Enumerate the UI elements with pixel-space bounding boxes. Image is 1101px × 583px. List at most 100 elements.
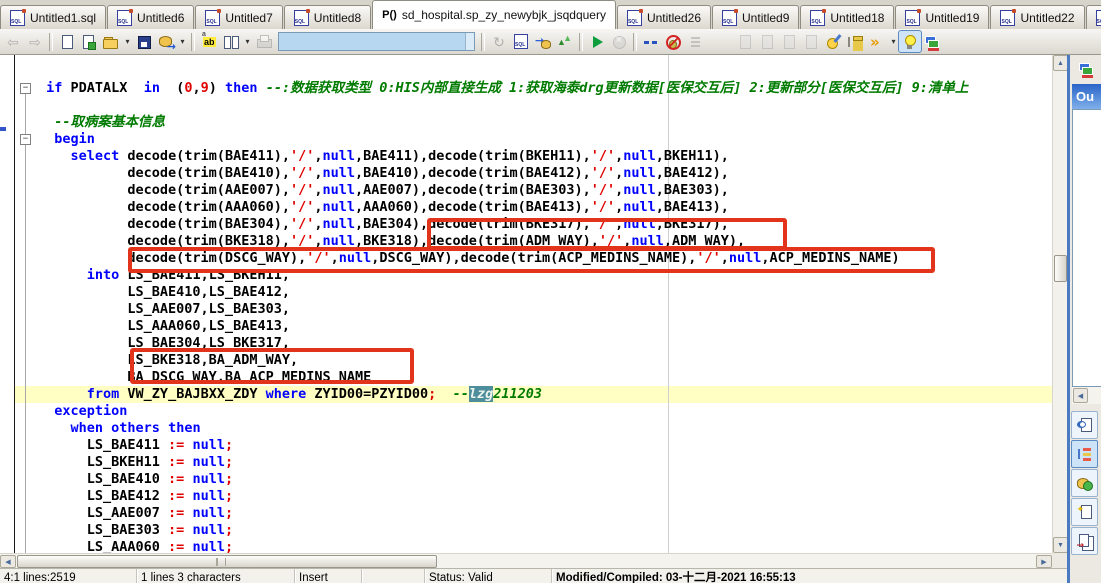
macro-button[interactable] [866, 31, 888, 52]
tab-untitled6[interactable]: Untitled6 [107, 5, 195, 29]
print-button[interactable] [253, 31, 275, 52]
new-program-button[interactable] [78, 31, 100, 52]
window-list-button[interactable] [921, 31, 943, 52]
refresh-icon: ↻ [493, 33, 505, 50]
eye-doc-icon [1076, 417, 1093, 433]
save-all-button[interactable] [155, 31, 177, 53]
tab-untitled9[interactable]: Untitled9 [712, 5, 800, 29]
tab-untitled19[interactable]: Untitled19 [895, 5, 990, 29]
find-replace-button[interactable] [198, 31, 220, 52]
split-window-button-dropdown-icon[interactable]: ▾ [242, 31, 253, 52]
code-line[interactable]: when others then [38, 420, 968, 437]
code-line[interactable]: decode(trim(BAE410),'/',null,BAE410),dec… [38, 165, 968, 182]
tab-label: Untitled26 [646, 10, 702, 25]
back-button[interactable]: ⇦ [2, 31, 24, 52]
dock-splitter[interactable] [1067, 55, 1070, 583]
code-line[interactable]: select decode(trim(BAE411),'/',null,BAE4… [38, 148, 968, 165]
step-button[interactable] [684, 31, 706, 52]
breakpoint-button[interactable] [640, 31, 662, 52]
code-editor[interactable]: − − if PDATALX in (0,9) then --:数据获取类型 0… [0, 55, 1067, 553]
open-button[interactable] [100, 31, 122, 52]
connection-combobox[interactable] [278, 32, 475, 51]
horizontal-scroll-thumb[interactable] [17, 555, 437, 568]
forward-button[interactable]: ⇨ [24, 31, 46, 52]
tab-untitled8[interactable]: Untitled8 [283, 5, 372, 29]
fold-marker-icon[interactable]: − [20, 134, 31, 145]
tab-untitled22[interactable]: Untitled22 [990, 5, 1085, 29]
code-line[interactable]: LS_AAA060 := null; [38, 539, 968, 553]
code-line[interactable]: exception [38, 403, 968, 420]
export-button[interactable] [532, 31, 554, 52]
hint-button[interactable] [898, 30, 922, 53]
revert-button[interactable] [800, 31, 822, 52]
scroll-right-icon[interactable]: ▶ [1036, 555, 1052, 568]
test-button[interactable] [822, 31, 844, 52]
scroll-left-icon[interactable]: ◀ [0, 555, 16, 568]
doc-gray-icon [781, 34, 797, 50]
scroll-down-icon[interactable]: ▼ [1053, 537, 1067, 553]
browser-button[interactable] [844, 31, 866, 52]
code-line[interactable]: LS_BAE412 := null; [38, 488, 968, 505]
toolbar-separator [481, 32, 485, 51]
dock-toolbar-icon[interactable] [1076, 59, 1096, 79]
sql-script-icon [293, 8, 310, 26]
split-window-button[interactable] [220, 31, 242, 52]
tab-untitled26[interactable]: Untitled26 [616, 5, 712, 29]
code-line[interactable]: --取病案基本信息 [38, 114, 968, 131]
break-button[interactable] [608, 31, 630, 52]
code-line[interactable]: LS_BKEH11 := null; [38, 454, 968, 471]
code-line[interactable]: from VW_ZY_BAJBXX_ZDY where ZYID00=PZYID… [38, 386, 968, 403]
code-line[interactable]: decode(trim(AAE007),'/',null,AAE007),dec… [38, 182, 968, 199]
open-button-dropdown-icon[interactable]: ▾ [122, 31, 133, 52]
code-line[interactable]: LS_BAE410,LS_BAE412, [38, 284, 968, 301]
dock-horizontal-scrollbar[interactable]: ◀ [1072, 387, 1101, 404]
scroll-up-icon[interactable]: ▲ [1053, 55, 1067, 71]
tab-sd-hospital-sp-zy-newybjk-jsqdquery[interactable]: P() sd_hospital.sp_zy_newybjk_jsqdquery [372, 0, 616, 29]
apply-button[interactable] [778, 31, 800, 52]
execute-button[interactable] [586, 31, 608, 52]
code-line[interactable]: LS_BAE410 := null; [38, 471, 968, 488]
save-button[interactable] [133, 31, 155, 52]
tab-untitled7[interactable]: Untitled7 [195, 5, 283, 29]
code-line[interactable]: LS_AAA060,LS_BAE413, [38, 318, 968, 335]
sql-script-icon [1000, 8, 1017, 26]
toggle-debug-button[interactable] [662, 31, 684, 52]
code-text[interactable]: if PDATALX in (0,9) then --:数据获取类型 0:HIS… [38, 80, 968, 553]
code-line[interactable]: LS_AAE007 := null; [38, 505, 968, 522]
layers-icon [1078, 61, 1094, 77]
play-icon [589, 34, 605, 50]
commit-button[interactable] [734, 31, 756, 52]
tab-untitled24[interactable]: Untitled24 [1085, 5, 1101, 29]
macro-button-dropdown-icon[interactable]: ▾ [888, 31, 899, 52]
dock-panel-content[interactable] [1072, 109, 1101, 387]
new-button[interactable] [56, 31, 78, 52]
describe-panel-button[interactable] [1071, 411, 1098, 439]
editor-vertical-scrollbar[interactable]: ▲ ▼ [1052, 55, 1067, 553]
document-tab-bar: Untitled1.sql Untitled6 Untitled7 Untitled8… [0, 0, 1101, 30]
new-sql-window-button[interactable] [510, 31, 532, 52]
toolbar-separator [49, 32, 53, 51]
save-all-button-dropdown-icon[interactable]: ▾ [177, 31, 188, 52]
fold-marker-icon[interactable]: − [20, 83, 31, 94]
scroll-left-icon[interactable]: ◀ [1073, 388, 1088, 403]
tab-untitled18[interactable]: Untitled18 [800, 5, 895, 29]
code-line[interactable]: begin [38, 131, 968, 148]
compare-button[interactable] [554, 31, 576, 52]
annotation-rectangle-3 [130, 348, 414, 384]
code-line[interactable] [38, 97, 968, 114]
code-line[interactable]: if PDATALX in (0,9) then --:数据获取类型 0:HIS… [38, 80, 968, 97]
structure-panel-button[interactable] [1071, 440, 1098, 468]
code-line[interactable]: LS_BAE411 := null; [38, 437, 968, 454]
vertical-scroll-thumb[interactable] [1054, 255, 1067, 282]
template-panel-button[interactable] [1071, 498, 1098, 526]
tab-untitled1-sql[interactable]: Untitled1.sql [0, 5, 107, 29]
code-line[interactable]: decode(trim(AAA060),'/',null,AAA060),dec… [38, 199, 968, 216]
refresh-button[interactable]: ↻ [488, 31, 510, 52]
brush-icon [825, 34, 841, 50]
code-line[interactable]: LS_BAE303 := null; [38, 522, 968, 539]
copy-content-button[interactable] [1071, 527, 1098, 555]
rollback-button[interactable] [756, 31, 778, 52]
editor-horizontal-scrollbar[interactable]: ◀ ▶ [0, 553, 1052, 568]
code-line[interactable]: LS_AAE007,LS_BAE303, [38, 301, 968, 318]
data-dictionary-button[interactable] [1071, 469, 1098, 497]
